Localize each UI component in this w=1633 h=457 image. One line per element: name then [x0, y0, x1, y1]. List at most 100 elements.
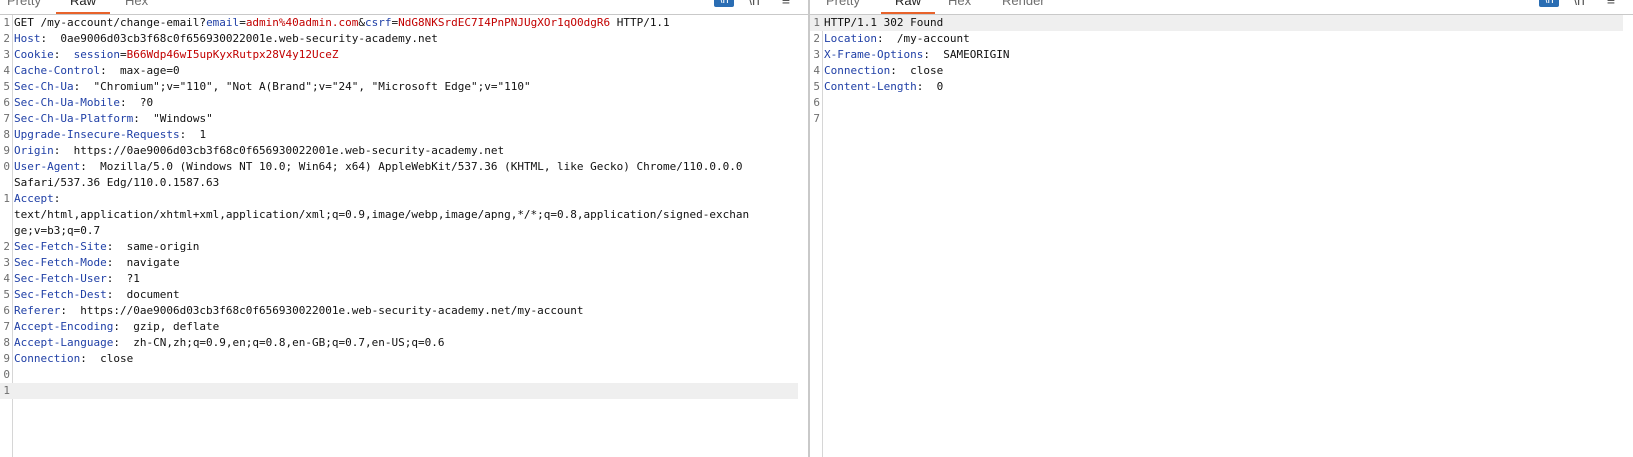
- line-content: Sec-Fetch-Dest: document: [14, 287, 180, 303]
- tab-raw[interactable]: Raw: [55, 0, 111, 14]
- header-name: Connection: [14, 352, 81, 365]
- tab-hex[interactable]: Hex: [948, 0, 971, 8]
- text-segment: Safari/537.36 Edg/110.0.1587.63: [14, 176, 220, 189]
- request-tabbar: Pretty Raw Hex \n \n ≡: [0, 0, 808, 15]
- code-line[interactable]: 2 Sec-Fetch-Site: same-origin: [0, 239, 798, 255]
- header-name: Location: [824, 32, 877, 45]
- text-segment: : max-age=0: [100, 64, 180, 77]
- line-number: 7: [813, 112, 820, 125]
- line-content: Cache-Control: max-age=0: [14, 63, 180, 79]
- request-editor[interactable]: 1 GET /my-account/change-email?email=admi…: [0, 15, 808, 457]
- request-pane: Pretty Raw Hex \n \n ≡ 1 GET /my-account/…: [0, 0, 808, 457]
- code-line[interactable]: Safari/537.36 Edg/110.0.1587.63: [0, 175, 798, 191]
- header-name: Sec-Ch-Ua: [14, 80, 74, 93]
- text-segment: =: [239, 16, 246, 29]
- line-content: Sec-Fetch-Mode: navigate: [14, 255, 180, 271]
- code-line[interactable]: text/html,application/xhtml+xml,applicat…: [0, 207, 798, 223]
- code-line[interactable]: 2 Location: /my-account: [810, 31, 1623, 47]
- param-name: session: [73, 48, 120, 61]
- text-segment: : https://0ae9006d03cb3f68c0f65693002200…: [53, 144, 505, 157]
- word-wrap-icon[interactable]: \n: [1571, 0, 1587, 7]
- newline-toggle-badge-icon[interactable]: \n: [714, 0, 734, 7]
- tab-hex[interactable]: Hex: [125, 0, 148, 8]
- line-content: Accept-Language: zh-CN,zh;q=0.9,en;q=0.8…: [14, 335, 444, 351]
- line-content: Sec-Ch-Ua-Platform: "Windows": [14, 111, 213, 127]
- code-line[interactable]: 3 Sec-Fetch-Mode: navigate: [0, 255, 798, 271]
- line-content: Sec-Fetch-User: ?1: [14, 271, 140, 287]
- text-segment: : document: [106, 288, 180, 301]
- param-value: NdG8NKSrdEC7I4PnPNJUgXOr1qO0dgR6: [398, 16, 611, 29]
- code-line[interactable]: 1 HTTP/1.1 302 Found: [810, 15, 1623, 31]
- line-content: Accept:: [14, 191, 60, 207]
- line-number: 1: [813, 16, 820, 29]
- code-line[interactable]: 4 Cache-Control: max-age=0: [0, 63, 798, 79]
- code-line[interactable]: 6: [810, 95, 1623, 111]
- tab-raw[interactable]: Raw: [880, 0, 936, 14]
- text-segment: : 0: [916, 80, 944, 93]
- line-content: Content-Length: 0: [824, 79, 943, 95]
- param-name: csrf: [365, 16, 392, 29]
- header-name: Connection: [824, 64, 891, 77]
- text-segment: : navigate: [106, 256, 180, 269]
- code-line[interactable]: 0 User-Agent: Mozilla/5.0 (Windows NT 10.…: [0, 159, 798, 175]
- text-segment: GET /my-account/change-email?: [14, 16, 207, 29]
- tab-pretty[interactable]: Pretty: [826, 0, 860, 8]
- text-segment: text/html,application/xhtml+xml,applicat…: [14, 208, 750, 221]
- code-line[interactable]: 6 Sec-Ch-Ua-Mobile: ?0: [0, 95, 798, 111]
- header-name: Origin: [14, 144, 54, 157]
- line-content: Host: 0ae9006d03cb3f68c0f656930022001e.w…: [14, 31, 438, 47]
- menu-icon[interactable]: ≡: [1603, 0, 1619, 7]
- header-name: Sec-Fetch-Site: [14, 240, 107, 253]
- header-name: Sec-Ch-Ua-Mobile: [14, 96, 120, 109]
- newline-toggle-badge-icon[interactable]: \n: [1539, 0, 1559, 7]
- code-line[interactable]: 4 Connection: close: [810, 63, 1623, 79]
- header-name: Sec-Ch-Ua-Platform: [14, 112, 134, 125]
- code-line[interactable]: 2 Host: 0ae9006d03cb3f68c0f656930022001e.…: [0, 31, 798, 47]
- code-line[interactable]: 5 Sec-Ch-Ua: "Chromium";v="110", "Not A(B…: [0, 79, 798, 95]
- text-segment: : close: [80, 352, 134, 365]
- tab-render[interactable]: Render: [1002, 0, 1045, 8]
- code-line[interactable]: 7 Accept-Encoding: gzip, deflate: [0, 319, 798, 335]
- response-editor[interactable]: 1 HTTP/1.1 302 Found 2 Location: /my-accoun…: [810, 15, 1633, 457]
- code-line[interactable]: 5 Content-Length: 0: [810, 79, 1623, 95]
- code-line[interactable]: 3 Cookie: session=B66Wdp46wI5upKyxRutpx28…: [0, 47, 798, 63]
- code-line[interactable]: 7 Sec-Ch-Ua-Platform: "Windows": [0, 111, 798, 127]
- line-number: 4: [813, 64, 820, 77]
- code-line[interactable]: 3 X-Frame-Options: SAMEORIGIN: [810, 47, 1623, 63]
- line-content: ge;v=b3;q=0.7: [14, 223, 100, 239]
- code-line[interactable]: 7: [810, 111, 1623, 127]
- param-name: email: [206, 16, 240, 29]
- code-line[interactable]: 4 Sec-Fetch-User: ?1: [0, 271, 798, 287]
- header-name: Content-Length: [824, 80, 917, 93]
- code-line[interactable]: 9 Connection: close: [0, 351, 798, 367]
- code-line[interactable]: 1 GET /my-account/change-email?email=admi…: [0, 15, 798, 31]
- param-value: admin%40admin.com: [245, 16, 359, 29]
- menu-icon[interactable]: ≡: [778, 0, 794, 7]
- code-line[interactable]: 8 Upgrade-Insecure-Requests: 1: [0, 127, 798, 143]
- header-name: Cookie: [14, 48, 54, 61]
- code-line[interactable]: 0: [0, 367, 798, 383]
- word-wrap-icon[interactable]: \n: [746, 0, 762, 7]
- line-number: 3: [3, 48, 10, 61]
- code-line[interactable]: 5 Sec-Fetch-Dest: document: [0, 287, 798, 303]
- tab-pretty[interactable]: Pretty: [7, 0, 41, 8]
- line-number: 5: [813, 80, 820, 93]
- code-line[interactable]: ge;v=b3;q=0.7: [0, 223, 798, 239]
- line-number: 2: [3, 32, 10, 45]
- line-number: 8: [3, 336, 10, 349]
- line-number: 0: [3, 368, 10, 381]
- text-segment: : /my-account: [876, 32, 970, 45]
- code-line[interactable]: 1: [0, 383, 798, 399]
- code-line[interactable]: 8 Accept-Language: zh-CN,zh;q=0.9,en;q=0.…: [0, 335, 798, 351]
- text-segment: : 0ae9006d03cb3f68c0f656930022001e.web-s…: [40, 32, 438, 45]
- line-number: 3: [3, 256, 10, 269]
- text-segment: :: [53, 48, 74, 61]
- line-content: Origin: https://0ae9006d03cb3f68c0f65693…: [14, 143, 504, 159]
- code-line[interactable]: 9 Origin: https://0ae9006d03cb3f68c0f6569…: [0, 143, 798, 159]
- text-segment: : ?0: [119, 96, 154, 109]
- text-segment: : "Windows": [133, 112, 213, 125]
- code-line[interactable]: 6 Referer: https://0ae9006d03cb3f68c0f656…: [0, 303, 798, 319]
- header-name: Sec-Fetch-Mode: [14, 256, 107, 269]
- line-number: 1: [3, 192, 10, 205]
- code-line[interactable]: 1 Accept:: [0, 191, 798, 207]
